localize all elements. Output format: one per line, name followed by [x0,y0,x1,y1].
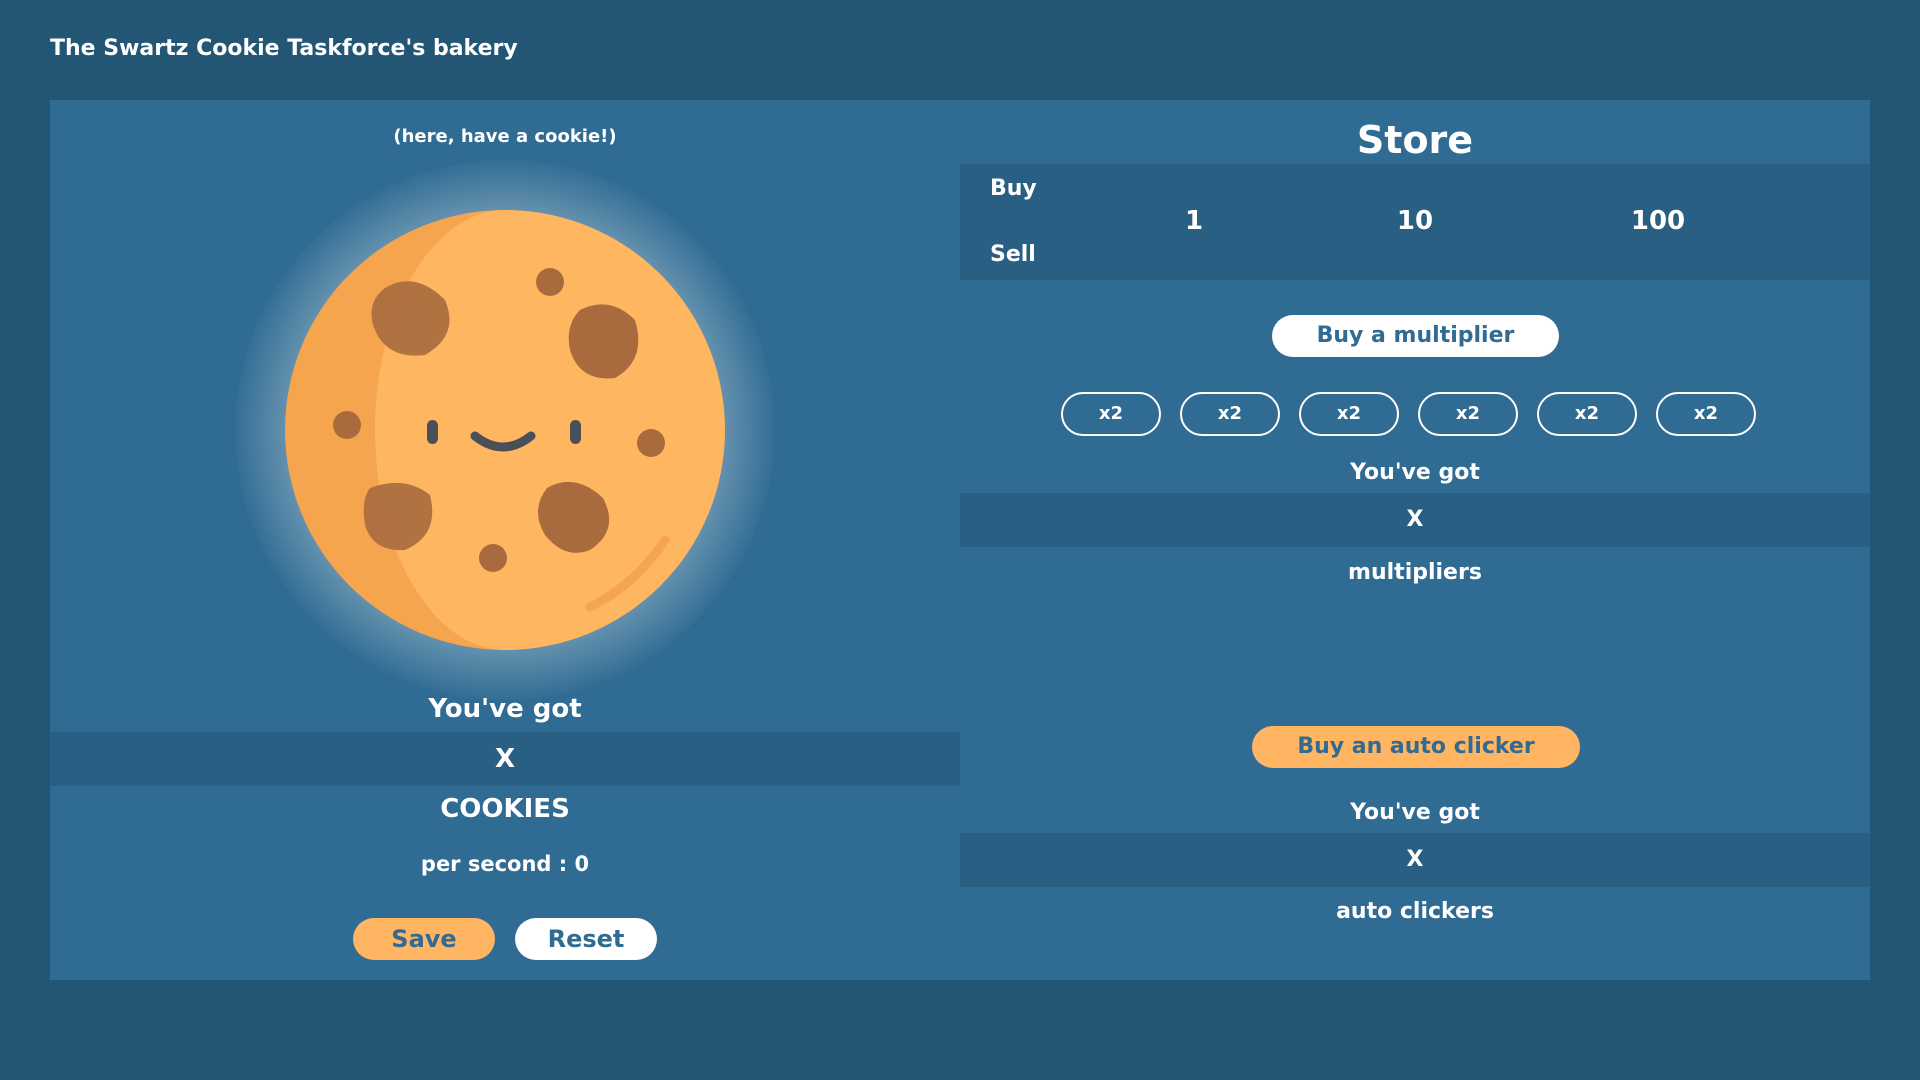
cookie-count: X [50,732,960,786]
cookie-glow [235,160,775,700]
multiplier-option-3[interactable]: x2 [1299,392,1399,436]
quantity-10-button[interactable]: 10 [1365,206,1465,236]
multipliers-youve-got: You've got [1350,460,1480,485]
cookie-section: (here, have a cookie!) You've got X COOK… [50,100,960,980]
main-panel: (here, have a cookie!) You've got X COOK… [50,100,1870,980]
cookie-hint: (here, have a cookie!) [393,126,617,147]
multipliers-unit: multipliers [1348,560,1482,585]
quantity-100-button[interactable]: 100 [1608,206,1708,236]
buy-multiplier-button[interactable]: Buy a multiplier [1272,315,1559,357]
store-section: Store Buy Sell 1 10 100 Buy a multiplier… [960,100,1870,980]
reset-button[interactable]: Reset [515,918,657,960]
auto-clickers-count: X [960,833,1870,887]
sell-mode-button[interactable]: Sell [990,242,1036,267]
save-button[interactable]: Save [353,918,495,960]
buy-sell-bar: Buy Sell 1 10 100 [960,164,1870,280]
multipliers-count: X [960,493,1870,547]
auto-clickers-unit: auto clickers [1336,899,1494,924]
auto-clickers-youve-got: You've got [1350,800,1480,825]
multiplier-option-6[interactable]: x2 [1656,392,1756,436]
buy-mode-button[interactable]: Buy [990,176,1037,201]
multiplier-option-2[interactable]: x2 [1180,392,1280,436]
cookie-youve-got: You've got [428,694,582,724]
cookie-unit: COOKIES [440,794,570,824]
buy-auto-clicker-button[interactable]: Buy an auto clicker [1252,726,1580,768]
cookie-icon[interactable] [285,210,725,650]
multiplier-option-5[interactable]: x2 [1537,392,1637,436]
cookies-per-second: per second : 0 [420,852,590,876]
page-title: The Swartz Cookie Taskforce's bakery [50,36,518,61]
multiplier-option-1[interactable]: x2 [1061,392,1161,436]
quantity-1-button[interactable]: 1 [1144,206,1244,236]
store-title: Store [1356,118,1474,162]
multiplier-option-4[interactable]: x2 [1418,392,1518,436]
